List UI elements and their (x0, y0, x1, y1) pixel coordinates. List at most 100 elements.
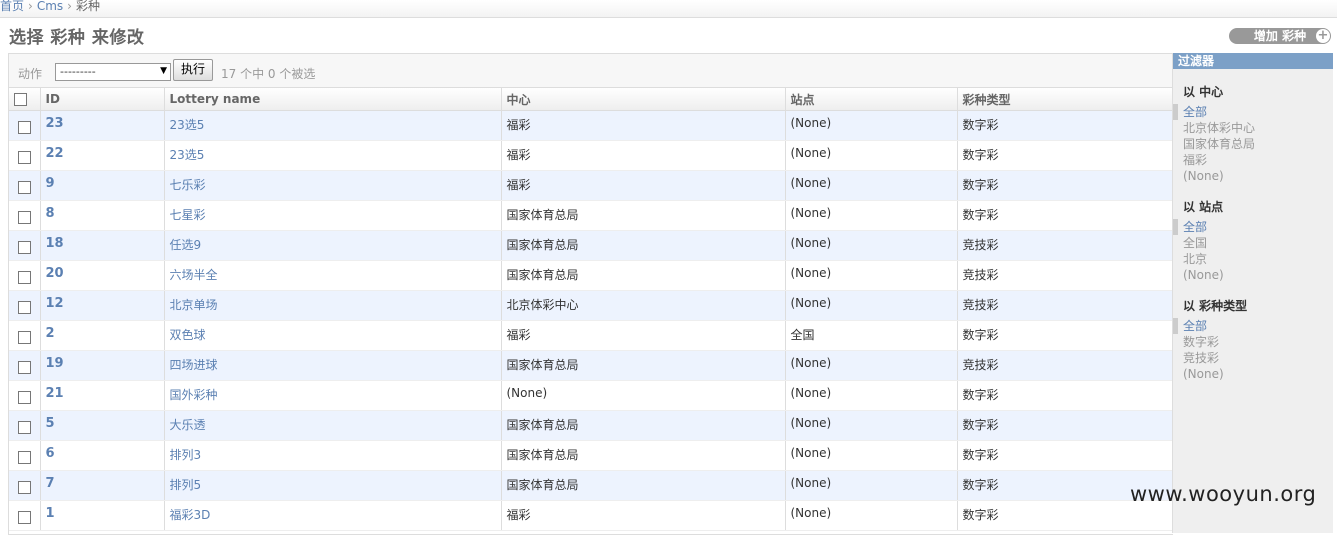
row-checkbox[interactable] (17, 211, 31, 224)
id-cell: 21 (39, 380, 164, 411)
row-checkbox[interactable] (17, 511, 31, 524)
filter-item[interactable]: 全部 (1173, 318, 1333, 334)
id-cell: 22 (39, 140, 164, 171)
filter-item[interactable]: 北京体彩中心 (1173, 120, 1333, 136)
lottery-name-cell: 任选9 (163, 230, 501, 261)
filter-item[interactable]: 全部 (1173, 104, 1333, 120)
row-select-cell (9, 230, 40, 261)
row-id-link[interactable]: 18 (46, 236, 64, 251)
row-lottery-name-link[interactable]: 23选5 (170, 118, 205, 132)
execute-button[interactable]: 执行 (173, 59, 213, 81)
filter-item[interactable]: 竞技彩 (1173, 350, 1333, 366)
lottery-name-cell: 排列3 (163, 440, 501, 471)
row-lottery-name-link[interactable]: 大乐透 (170, 418, 206, 432)
row-id-link[interactable]: 21 (46, 386, 64, 401)
row-checkbox[interactable] (17, 391, 31, 404)
row-lottery-name-link[interactable]: 北京单场 (170, 298, 218, 312)
id-cell: 6 (39, 440, 164, 471)
breadcrumb-home-link[interactable]: 首页 (0, 0, 24, 13)
lottery-type-cell: 数字彩 (956, 320, 1173, 351)
page-title: 选择 彩种 来修改 (9, 28, 145, 48)
row-checkbox[interactable] (17, 331, 31, 344)
row-lottery-name-link[interactable]: 23选5 (170, 148, 205, 162)
row-checkbox[interactable] (17, 181, 31, 194)
action-select[interactable]: --------- ▼ (55, 63, 171, 81)
row-id-link[interactable]: 23 (46, 116, 64, 131)
filter-item[interactable]: 福彩 (1173, 152, 1333, 168)
row-id-link[interactable]: 1 (46, 506, 55, 521)
row-select-cell (9, 140, 40, 171)
row-checkbox[interactable] (17, 271, 31, 284)
breadcrumb-current: 彩种 (75, 0, 100, 13)
filter-item-label: 竞技彩 (1183, 351, 1220, 365)
results-table: ID Lottery name 中心 站点 彩种类型 23 23选5 福彩 (None… (9, 88, 1173, 531)
row-checkbox[interactable] (17, 301, 31, 314)
filter-item[interactable]: 北京 (1173, 251, 1333, 267)
column-header-lottery-type[interactable]: 彩种类型 (956, 88, 1173, 111)
row-select-cell (9, 290, 40, 321)
filter-item[interactable]: 数字彩 (1173, 334, 1333, 350)
row-checkbox[interactable] (17, 241, 31, 254)
filter-item[interactable]: (None) (1173, 168, 1333, 184)
column-header-center[interactable]: 中心 (500, 88, 785, 111)
filter-list: 全部 北京体彩中心 国家体育总局 福彩 (None) (1173, 104, 1333, 184)
row-checkbox[interactable] (17, 121, 31, 134)
row-select-cell (9, 440, 40, 471)
lottery-name-cell: 23选5 (163, 110, 501, 141)
row-id-link[interactable]: 8 (46, 206, 55, 221)
id-cell: 23 (39, 110, 164, 141)
row-id-link[interactable]: 9 (46, 176, 55, 191)
row-checkbox[interactable] (17, 151, 31, 164)
add-lottery-button[interactable]: 增加 彩种 + (1229, 28, 1331, 44)
filter-item[interactable]: 全国 (1173, 235, 1333, 251)
row-id-link[interactable]: 12 (46, 296, 64, 311)
site-cell: (None) (784, 440, 957, 471)
row-lottery-name-link[interactable]: 任选9 (170, 238, 202, 252)
row-lottery-name-link[interactable]: 六场半全 (170, 268, 218, 282)
filter-item[interactable]: 全部 (1173, 219, 1333, 235)
row-id-link[interactable]: 2 (46, 326, 55, 341)
row-select-cell (9, 380, 40, 411)
row-lottery-name-link[interactable]: 七乐彩 (170, 178, 206, 192)
center-cell: 福彩 (500, 500, 785, 531)
lottery-name-cell: 排列5 (163, 470, 501, 501)
column-header-site[interactable]: 站点 (784, 88, 957, 111)
table-row: 8 七星彩 国家体育总局 (None) 数字彩 (9, 200, 1173, 231)
column-header-lottery-name[interactable]: Lottery name (163, 88, 501, 111)
filter-item-label: (None) (1183, 367, 1224, 381)
center-cell: 北京体彩中心 (500, 290, 785, 321)
filter-item[interactable]: (None) (1173, 366, 1333, 382)
id-cell: 18 (39, 230, 164, 261)
row-checkbox[interactable] (17, 451, 31, 464)
breadcrumb-separator: › (28, 0, 33, 13)
row-lottery-name-link[interactable]: 双色球 (170, 328, 206, 342)
table-row: 12 北京单场 北京体彩中心 (None) 竞技彩 (9, 290, 1173, 321)
breadcrumb-app-link[interactable]: Cms (37, 0, 63, 13)
table-row: 18 任选9 国家体育总局 (None) 竞技彩 (9, 230, 1173, 261)
row-id-link[interactable]: 20 (46, 266, 64, 281)
lottery-name-cell: 七乐彩 (163, 170, 501, 201)
row-lottery-name-link[interactable]: 排列5 (170, 478, 202, 492)
row-lottery-name-link[interactable]: 排列3 (170, 448, 202, 462)
lottery-name-cell: 大乐透 (163, 410, 501, 441)
filter-item[interactable]: 国家体育总局 (1173, 136, 1333, 152)
table-header-row: ID Lottery name 中心 站点 彩种类型 (9, 88, 1173, 111)
row-id-link[interactable]: 5 (46, 416, 55, 431)
row-lottery-name-link[interactable]: 国外彩种 (170, 388, 218, 402)
row-lottery-name-link[interactable]: 七星彩 (170, 208, 206, 222)
row-id-link[interactable]: 22 (46, 146, 64, 161)
table-row: 2 双色球 福彩 全国 数字彩 (9, 320, 1173, 351)
select-all-checkbox[interactable] (14, 93, 27, 106)
row-id-link[interactable]: 6 (46, 446, 55, 461)
row-id-link[interactable]: 19 (46, 356, 64, 371)
row-checkbox[interactable] (17, 481, 31, 494)
filter-item[interactable]: (None) (1173, 267, 1333, 283)
row-lottery-name-link[interactable]: 四场进球 (170, 358, 218, 372)
row-lottery-name-link[interactable]: 福彩3D (170, 508, 211, 522)
lottery-name-cell: 北京单场 (163, 290, 501, 321)
add-button-label: 增加 彩种 (1253, 29, 1307, 43)
row-checkbox[interactable] (17, 361, 31, 374)
row-id-link[interactable]: 7 (46, 476, 55, 491)
row-checkbox[interactable] (17, 421, 31, 434)
column-header-id[interactable]: ID (39, 88, 164, 111)
